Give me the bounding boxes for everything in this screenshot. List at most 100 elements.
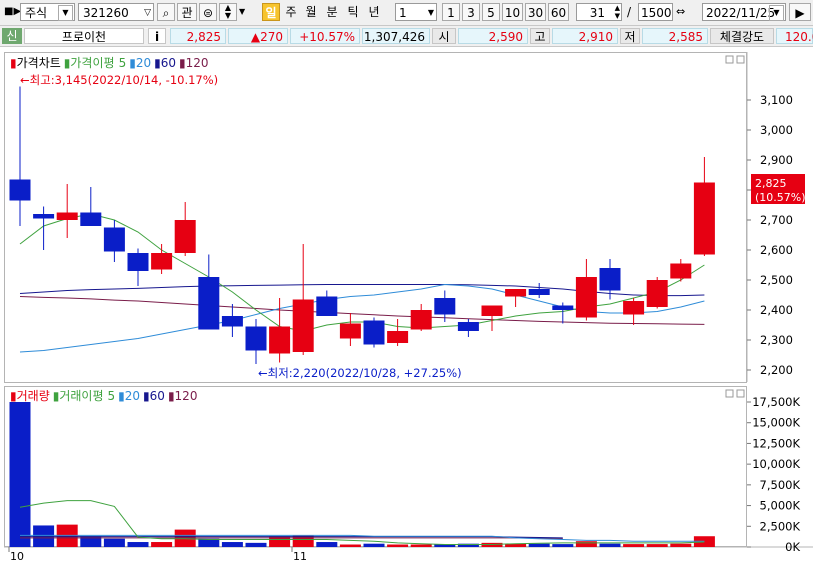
- volume-bar: [575, 541, 597, 547]
- volume-bar: [221, 542, 243, 547]
- info-icon[interactable]: i: [148, 28, 166, 44]
- tab-period-minute[interactable]: 분: [324, 3, 340, 21]
- volume-tick-label: 10,000K: [752, 457, 800, 471]
- candle: [434, 298, 456, 315]
- candle: [127, 253, 149, 271]
- stock-name: 프로이천: [24, 28, 144, 44]
- price-tick-label: 2,700: [760, 213, 793, 227]
- candle: [269, 326, 291, 354]
- close-icon[interactable]: [736, 389, 745, 398]
- volume-tick-label: 2,500K: [760, 519, 801, 533]
- price-ma-5: 5: [119, 56, 127, 70]
- volume-ma-20: 20: [125, 389, 140, 403]
- code-input[interactable]: 321260 ▽: [78, 3, 154, 21]
- volume-bar: [670, 543, 692, 547]
- chevron-down-icon: ▽: [144, 8, 151, 18]
- volume-bar: [646, 544, 668, 547]
- candle: [80, 212, 102, 226]
- maximize-icon[interactable]: [725, 389, 734, 398]
- expand-icon[interactable]: ⇔: [676, 3, 690, 21]
- tab-period-tick[interactable]: 틱: [345, 3, 361, 21]
- interval-1-button[interactable]: 1: [442, 3, 460, 21]
- candle: [339, 323, 361, 339]
- price-ma-120: 120: [186, 56, 209, 70]
- volume-bar: [410, 544, 432, 547]
- volume-tick-label: 7,500K: [760, 478, 801, 492]
- volume-ma-label: 거래이평: [59, 389, 103, 403]
- price-legend: ▮가격차트 ▮가격이평 5 ▮20 ▮60 ▮120: [10, 56, 209, 70]
- volume-bar: [9, 402, 31, 547]
- volume-legend-title: 거래량: [17, 389, 50, 403]
- volume-value: 1,307,426: [362, 28, 430, 44]
- candle: [575, 277, 597, 318]
- open-label: 시: [432, 28, 456, 44]
- candle: [670, 263, 692, 279]
- total-input[interactable]: 1500: [638, 3, 673, 21]
- high-annotation: ←최고:3,145(2022/10/14, -10.17%): [20, 73, 218, 87]
- interval-select[interactable]: 1 ▼: [395, 3, 437, 21]
- tab-period-day[interactable]: 일: [262, 3, 280, 21]
- candle: [410, 310, 432, 330]
- high-price: 2,910: [552, 28, 618, 44]
- dropdown-icon[interactable]: ▼: [239, 3, 249, 21]
- count-input[interactable]: 31 ▲ ▼: [576, 3, 622, 21]
- price-ma-label: 가격이평: [70, 56, 114, 70]
- high-label: 고: [530, 28, 550, 44]
- date-select[interactable]: 2022/11/25 ▼: [702, 3, 786, 21]
- watch-button[interactable]: 관: [177, 3, 197, 21]
- nav-right-button[interactable]: ▶: [789, 3, 811, 21]
- x-tick-label: 10: [10, 550, 24, 562]
- chevron-down-icon: ▼: [769, 5, 784, 21]
- candle: [623, 301, 645, 315]
- volume-bar: [245, 542, 267, 547]
- market-select[interactable]: 주식 ▼: [20, 3, 75, 21]
- volume-panel[interactable]: [4, 386, 747, 547]
- interval-30-button[interactable]: 30: [525, 3, 546, 21]
- tab-period-month[interactable]: 월: [303, 3, 319, 21]
- price-tick-label: 2,400: [760, 303, 793, 317]
- volume-ma-5: 5: [108, 389, 116, 403]
- volume-bar: [387, 544, 409, 547]
- open-price: 2,590: [458, 28, 528, 44]
- candle: [363, 320, 385, 345]
- price-tick-label: 2,600: [760, 243, 793, 257]
- candle: [198, 277, 220, 330]
- volume-bar: [552, 544, 574, 547]
- candle: [9, 179, 31, 201]
- low-annotation: ←최저:2,220(2022/10/28, +27.25%): [258, 366, 462, 380]
- price-tick-label: 2,200: [760, 363, 793, 377]
- volume-bar: [599, 543, 621, 547]
- price-tick-label: 2,300: [760, 333, 793, 347]
- interval-5-button[interactable]: 5: [482, 3, 500, 21]
- spin-icon: ▲ ▼: [614, 4, 620, 20]
- chart-area[interactable]: 3,1003,0002,9002,8002,7002,6002,5002,400…: [4, 52, 813, 562]
- tab-period-year[interactable]: 년: [366, 3, 382, 21]
- price-change: ▲270: [228, 28, 288, 44]
- stepper-icon[interactable]: ▲ ▼: [219, 3, 237, 21]
- link-icon[interactable]: ⊜: [199, 3, 217, 21]
- price-ma-20: 20: [136, 56, 151, 70]
- volume-bar: [623, 544, 645, 547]
- price-tick-label: 2,900: [760, 153, 793, 167]
- interval-3-button[interactable]: 3: [462, 3, 480, 21]
- price-tick-label: 3,100: [760, 93, 793, 107]
- interval-10-button[interactable]: 10: [502, 3, 523, 21]
- maximize-icon[interactable]: [725, 55, 734, 64]
- volume-tick-label: 17,500K: [752, 395, 800, 409]
- close-icon[interactable]: [736, 55, 745, 64]
- chevron-down-icon: ▼: [427, 8, 434, 17]
- price-legend-title: 가격차트: [17, 56, 61, 70]
- interval-60-button[interactable]: 60: [548, 3, 569, 21]
- toolbar: ■▶ 주식 ▼ 321260 ▽ ⌕ 관 ⊜ ▲ ▼ ▼ 일 주 월 분 틱 년 …: [0, 0, 813, 26]
- candle: [646, 280, 668, 307]
- volume-tick-label: 12,500K: [752, 436, 800, 450]
- candle: [33, 214, 55, 219]
- drag-handle-icon[interactable]: ■▶: [4, 3, 21, 21]
- tab-period-week[interactable]: 주: [283, 3, 299, 21]
- strength-label: 체결강도: [710, 28, 774, 44]
- volume-bar: [316, 542, 338, 547]
- low-label: 저: [620, 28, 640, 44]
- quote-bar: 신 프로이천 i 2,825 ▲270 +10.57% 1,307,426 시 …: [0, 26, 813, 47]
- volume-tick-label: 15,000K: [752, 416, 800, 430]
- search-icon[interactable]: ⌕: [157, 3, 175, 21]
